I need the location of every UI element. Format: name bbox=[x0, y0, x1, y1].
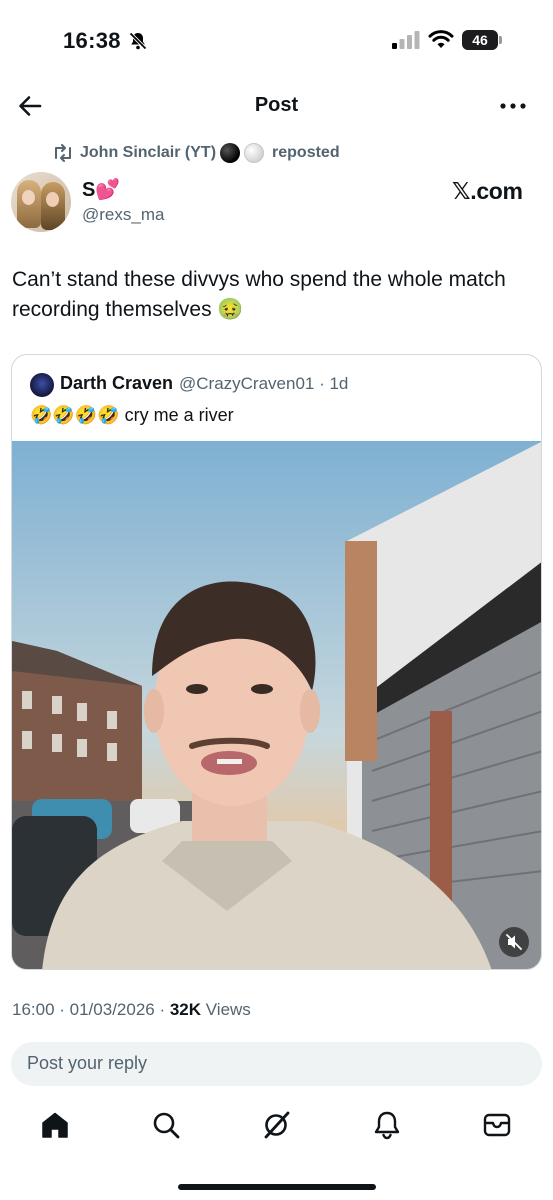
wifi-icon bbox=[428, 30, 454, 48]
views-label: Views bbox=[201, 1000, 251, 1019]
battery-indicator: 46 bbox=[462, 30, 502, 50]
views-count: 32K bbox=[169, 1000, 202, 1019]
author-avatar[interactable] bbox=[11, 172, 71, 232]
more-options-icon[interactable] bbox=[498, 94, 528, 118]
video-frame-illustration bbox=[12, 441, 541, 969]
author-handle[interactable]: @rexs_ma bbox=[82, 205, 164, 225]
bottom-tab-bar bbox=[0, 1100, 553, 1156]
white-circle-emoji bbox=[244, 143, 265, 163]
repost-action: reposted bbox=[272, 144, 340, 161]
repost-icon bbox=[55, 144, 71, 162]
reply-placeholder: Post your reply bbox=[27, 1053, 148, 1073]
battery-level: 46 bbox=[462, 30, 498, 50]
top-nav: Post bbox=[0, 84, 553, 128]
messages-icon[interactable] bbox=[482, 1110, 512, 1140]
speaker-muted-icon bbox=[506, 934, 522, 950]
home-icon[interactable] bbox=[40, 1110, 70, 1140]
post-time-date: 16:00 · 01/03/2026 · bbox=[12, 1000, 170, 1019]
black-circle-emoji bbox=[220, 143, 241, 163]
author-name[interactable]: S💕 bbox=[82, 177, 120, 202]
quoted-author-name: Darth Craven bbox=[60, 373, 174, 393]
reply-input[interactable]: Post your reply bbox=[11, 1042, 542, 1086]
quoted-video[interactable] bbox=[12, 441, 541, 969]
post-text: Can’t stand these divvys who spend the w… bbox=[12, 268, 506, 321]
quoted-author-handle: @CrazyCraven01 · 1d bbox=[179, 374, 349, 393]
quoted-post-text: 🤣🤣🤣🤣 cry me a river bbox=[30, 405, 234, 425]
status-bar: 16:38 46 bbox=[0, 0, 553, 80]
status-time: 16:38 bbox=[63, 28, 121, 53]
grok-icon[interactable] bbox=[262, 1110, 292, 1140]
mute-toggle-button[interactable] bbox=[499, 927, 529, 957]
bell-off-icon bbox=[129, 32, 147, 50]
home-indicator[interactable] bbox=[178, 1184, 376, 1190]
page-title: Post bbox=[254, 94, 299, 116]
post-meta: 16:00 · 01/03/2026 · 32K Views bbox=[12, 1000, 251, 1020]
signal-icon bbox=[392, 31, 420, 49]
search-icon[interactable] bbox=[151, 1110, 181, 1140]
quoted-post[interactable]: Darth Craven @CrazyCraven01 · 1d 🤣🤣🤣🤣 cr… bbox=[11, 354, 542, 970]
source-watermark: 𝕏.com bbox=[452, 178, 523, 204]
notifications-icon[interactable] bbox=[372, 1110, 402, 1140]
quoted-author-avatar bbox=[30, 373, 54, 397]
repost-attribution[interactable]: John Sinclair (YT) reposted bbox=[52, 141, 340, 165]
repost-user: John Sinclair (YT) bbox=[80, 144, 217, 161]
